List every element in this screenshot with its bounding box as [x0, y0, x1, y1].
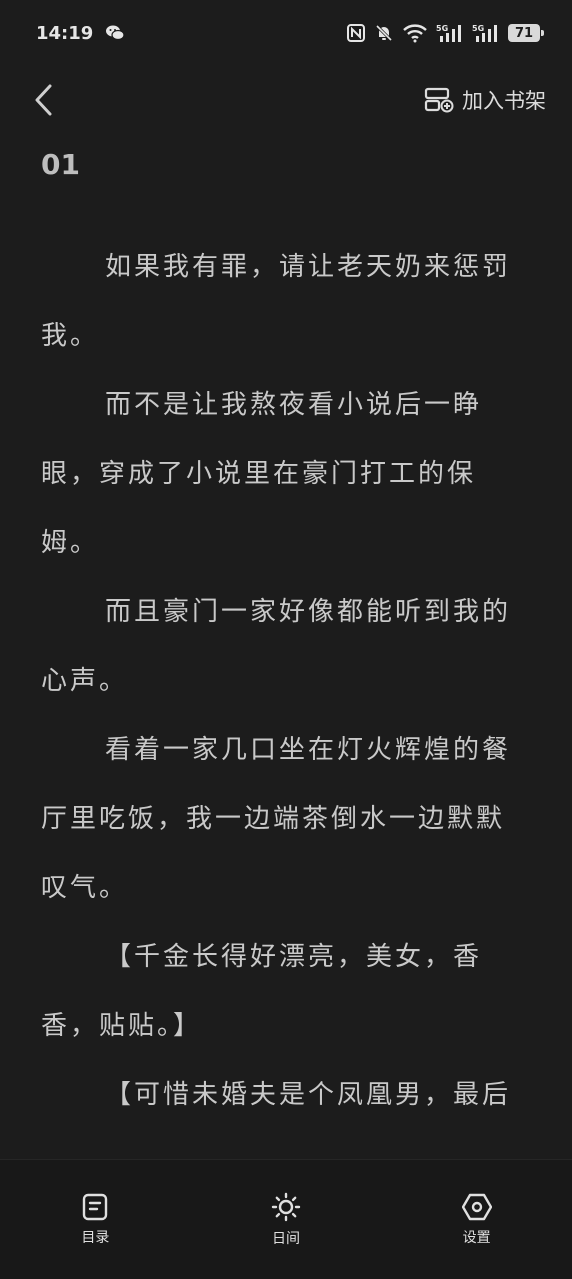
paragraph: 而且豪门一家好像都能听到我的心声。	[41, 597, 512, 696]
tab-settings-label: 设置	[462, 1229, 491, 1246]
settings-icon	[461, 1193, 492, 1220]
paragraph: 如果我有罪，请让老天奶来惩罚我。	[41, 252, 512, 351]
back-button[interactable]	[24, 80, 64, 120]
paragraph: 【可惜未婚夫是个凤凰男，最后	[105, 1080, 512, 1110]
svg-text:5G: 5G	[436, 24, 448, 33]
nfc-icon	[347, 24, 365, 42]
wechat-icon	[106, 25, 125, 41]
sun-icon	[271, 1192, 301, 1221]
wifi-icon	[403, 24, 427, 43]
svg-text:5G: 5G	[472, 24, 484, 33]
chevron-left-icon	[35, 84, 52, 116]
signal-5g-icon: 5G	[436, 24, 461, 42]
bottom-toolbar: 目录 日间 设置	[0, 1159, 572, 1279]
add-to-shelf-button[interactable]: 加入书架	[424, 85, 546, 115]
tab-catalog[interactable]: 目录	[35, 1193, 155, 1247]
mute-bell-icon	[375, 24, 393, 42]
tab-day-mode[interactable]: 日间	[226, 1192, 346, 1248]
signal-5g-icon-2: 5G	[472, 24, 497, 42]
paragraph: 而不是让我熬夜看小说后一睁眼，穿成了小说里在豪门打工的保姆。	[41, 390, 483, 558]
add-to-shelf-label: 加入书架	[462, 89, 546, 113]
paragraph: 看着一家几口坐在灯火辉煌的餐厅里吃饭，我一边端茶倒水一边默默叹气。	[41, 735, 512, 903]
chapter-content: 如果我有罪，请让老天奶来惩罚我。 而不是让我熬夜看小说后一睁眼，穿成了小说里在豪…	[41, 233, 531, 1130]
status-left: 14:19	[36, 23, 125, 44]
bookshelf-add-icon	[424, 87, 454, 113]
tab-settings[interactable]: 设置	[417, 1193, 537, 1247]
paragraph: 【千金长得好漂亮，美女，香香，贴贴。】	[41, 942, 483, 1041]
status-right: 5G 5G 71	[346, 23, 544, 43]
chapter-title: 01	[41, 148, 80, 181]
tab-day-mode-label: 日间	[271, 1230, 300, 1247]
battery-indicator: 71	[508, 24, 544, 42]
tab-catalog-label: 目录	[81, 1229, 110, 1246]
status-bar: 14:19 5G 5G 71	[0, 0, 572, 66]
status-time: 14:19	[36, 22, 94, 44]
catalog-icon	[83, 1193, 108, 1220]
reader-nav-bar: 加入书架	[0, 70, 572, 130]
